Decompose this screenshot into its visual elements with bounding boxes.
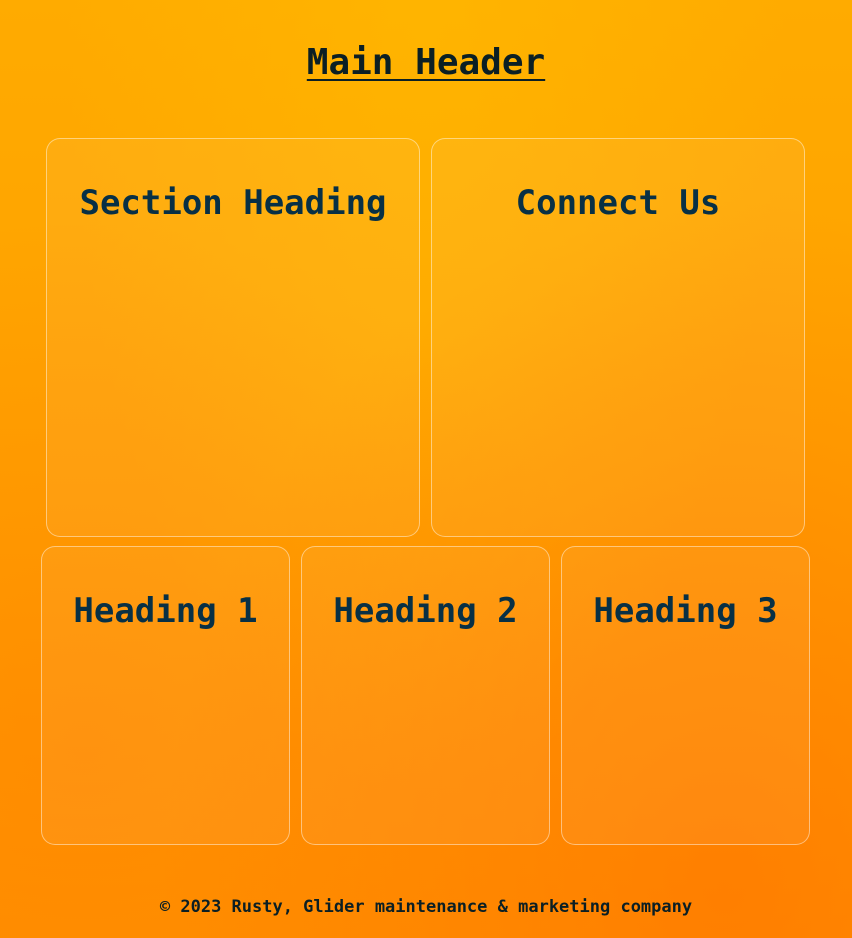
connect-heading: Connect Us — [515, 183, 721, 223]
section-card: Section Heading — [46, 138, 420, 537]
footer-copyright: © 2023 Rusty, Glider maintenance & marke… — [159, 897, 693, 917]
heading-1-card: Heading 1 — [41, 546, 290, 845]
heading-2: Heading 2 — [333, 591, 518, 631]
heading-3: Heading 3 — [593, 591, 778, 631]
heading-1: Heading 1 — [73, 591, 258, 631]
section-heading: Section Heading — [79, 183, 387, 223]
main-header: Main Header — [306, 42, 546, 83]
heading-2-card: Heading 2 — [301, 546, 550, 845]
heading-3-card: Heading 3 — [561, 546, 810, 845]
connect-card: Connect Us — [431, 138, 805, 537]
